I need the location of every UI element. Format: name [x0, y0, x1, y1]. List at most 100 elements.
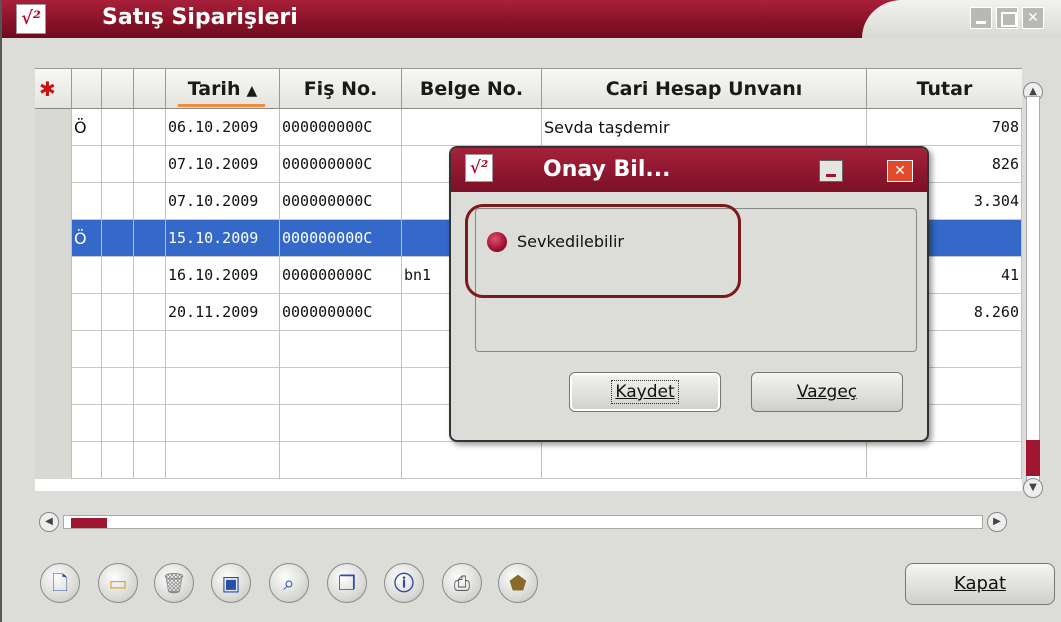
- close-button[interactable]: Kapat: [905, 563, 1055, 605]
- cell-belge-no[interactable]: [402, 109, 542, 146]
- cell-cari[interactable]: Sevda taşdemir: [542, 109, 867, 146]
- title-bar[interactable]: √² Satış Siparişleri ✕: [2, 0, 1061, 38]
- horizontal-scroll-thumb[interactable]: [71, 518, 107, 528]
- cell-fis-no[interactable]: [280, 368, 402, 405]
- vertical-scrollbar[interactable]: ▲ ▼: [1022, 68, 1060, 498]
- scroll-left-icon[interactable]: ◀: [39, 512, 59, 532]
- cell-fis-no[interactable]: 000000000C: [280, 146, 402, 183]
- cell-status[interactable]: [72, 146, 102, 183]
- cell-flag2[interactable]: [134, 294, 166, 331]
- column-header-tarih[interactable]: Tarih ▲: [166, 69, 280, 109]
- dialog-close-button[interactable]: ✕: [887, 160, 913, 182]
- cell-flag2[interactable]: [134, 257, 166, 294]
- row-indicator[interactable]: [35, 294, 72, 331]
- cell-flag2[interactable]: [134, 442, 166, 479]
- row-indicator[interactable]: [35, 405, 72, 442]
- cell-status[interactable]: [72, 257, 102, 294]
- cell-status[interactable]: [72, 405, 102, 442]
- table-row[interactable]: Ö 06.10.2009 000000000C Sevda taşdemir 708: [35, 109, 1022, 146]
- row-indicator[interactable]: [35, 146, 72, 183]
- open-icon[interactable]: ▭: [98, 563, 138, 603]
- sevkedilebilir-label[interactable]: Sevkedilebilir: [517, 232, 624, 251]
- delete-icon[interactable]: 🗑: [154, 563, 194, 603]
- cell-tarih[interactable]: 16.10.2009: [166, 257, 280, 294]
- search-icon[interactable]: ⌕: [269, 563, 309, 603]
- cell-cari[interactable]: [542, 442, 867, 479]
- minimize-button[interactable]: [970, 7, 992, 29]
- row-indicator[interactable]: [35, 442, 72, 479]
- scroll-down-icon[interactable]: ▼: [1023, 478, 1043, 498]
- cell-flag1[interactable]: [102, 331, 134, 368]
- vertical-scroll-thumb[interactable]: [1026, 440, 1040, 476]
- column-header-fis-no[interactable]: Fiş No.: [280, 69, 402, 109]
- cell-flag2[interactable]: [134, 331, 166, 368]
- cell-fis-no[interactable]: [280, 405, 402, 442]
- cell-status[interactable]: [72, 331, 102, 368]
- cell-fis-no[interactable]: 000000000C: [280, 220, 402, 257]
- horizontal-scrollbar[interactable]: ◀ ▶: [35, 512, 1022, 534]
- vertical-scroll-track[interactable]: [1026, 96, 1040, 484]
- cell-status[interactable]: [72, 183, 102, 220]
- cell-status[interactable]: Ö: [72, 220, 102, 257]
- cell-tarih[interactable]: 06.10.2009: [166, 109, 280, 146]
- cell-tarih[interactable]: 07.10.2009: [166, 146, 280, 183]
- row-indicator[interactable]: [35, 257, 72, 294]
- sevkedilebilir-radio[interactable]: [487, 232, 507, 252]
- print-icon[interactable]: ⎙: [442, 563, 482, 603]
- column-settings-icon[interactable]: ✱: [35, 69, 72, 109]
- row-indicator[interactable]: [35, 109, 72, 146]
- cell-fis-no[interactable]: 000000000C: [280, 109, 402, 146]
- cell-belge-no[interactable]: [402, 442, 542, 479]
- row-indicator[interactable]: [35, 331, 72, 368]
- cell-flag2[interactable]: [134, 405, 166, 442]
- cell-status[interactable]: [72, 294, 102, 331]
- cell-tarih[interactable]: 15.10.2009: [166, 220, 280, 257]
- cell-flag1[interactable]: [102, 442, 134, 479]
- cell-status[interactable]: Ö: [72, 109, 102, 146]
- cell-flag2[interactable]: [134, 183, 166, 220]
- column-header-tutar[interactable]: Tutar: [867, 69, 1022, 109]
- copy-icon[interactable]: ❐: [327, 563, 367, 603]
- row-indicator[interactable]: [35, 368, 72, 405]
- column-header-status[interactable]: [72, 69, 102, 109]
- cell-tarih[interactable]: 20.11.2009: [166, 294, 280, 331]
- scroll-right-icon[interactable]: ▶: [987, 512, 1007, 532]
- maximize-button[interactable]: [996, 7, 1018, 29]
- cell-flag2[interactable]: [134, 220, 166, 257]
- preview-icon[interactable]: ▣: [211, 563, 251, 603]
- cell-tutar[interactable]: [867, 442, 1022, 479]
- cell-tutar[interactable]: 708: [867, 109, 1022, 146]
- column-header-flag1[interactable]: [102, 69, 134, 109]
- cell-flag1[interactable]: [102, 257, 134, 294]
- new-icon[interactable]: 🗋: [40, 563, 80, 603]
- cancel-button[interactable]: Vazgeç: [751, 372, 903, 412]
- row-indicator[interactable]: [35, 220, 72, 257]
- dialog-minimize-button[interactable]: [819, 160, 843, 182]
- cell-fis-no[interactable]: 000000000C: [280, 294, 402, 331]
- cell-tarih[interactable]: [166, 442, 280, 479]
- cell-fis-no[interactable]: 000000000C: [280, 257, 402, 294]
- cell-status[interactable]: [72, 442, 102, 479]
- cell-flag1[interactable]: [102, 294, 134, 331]
- dialog-title-bar[interactable]: √² Onay Bil... ✕: [451, 148, 927, 192]
- cell-tarih[interactable]: [166, 405, 280, 442]
- cell-status[interactable]: [72, 368, 102, 405]
- row-indicator[interactable]: [35, 183, 72, 220]
- table-row[interactable]: [35, 442, 1022, 479]
- horizontal-scroll-track[interactable]: [63, 515, 983, 529]
- cell-flag2[interactable]: [134, 368, 166, 405]
- cell-fis-no[interactable]: [280, 331, 402, 368]
- cell-fis-no[interactable]: 000000000C: [280, 183, 402, 220]
- cell-fis-no[interactable]: [280, 442, 402, 479]
- column-header-flag2[interactable]: [134, 69, 166, 109]
- cell-flag1[interactable]: [102, 368, 134, 405]
- cell-tarih[interactable]: [166, 331, 280, 368]
- column-header-belge-no[interactable]: Belge No.: [402, 69, 542, 109]
- column-header-cari-hesap-unvani[interactable]: Cari Hesap Unvanı: [542, 69, 867, 109]
- close-window-button[interactable]: ✕: [1022, 7, 1044, 29]
- cell-tarih[interactable]: [166, 368, 280, 405]
- cell-flag1[interactable]: [102, 183, 134, 220]
- info-icon[interactable]: ⓘ: [384, 563, 424, 603]
- cell-flag2[interactable]: [134, 146, 166, 183]
- cell-flag1[interactable]: [102, 220, 134, 257]
